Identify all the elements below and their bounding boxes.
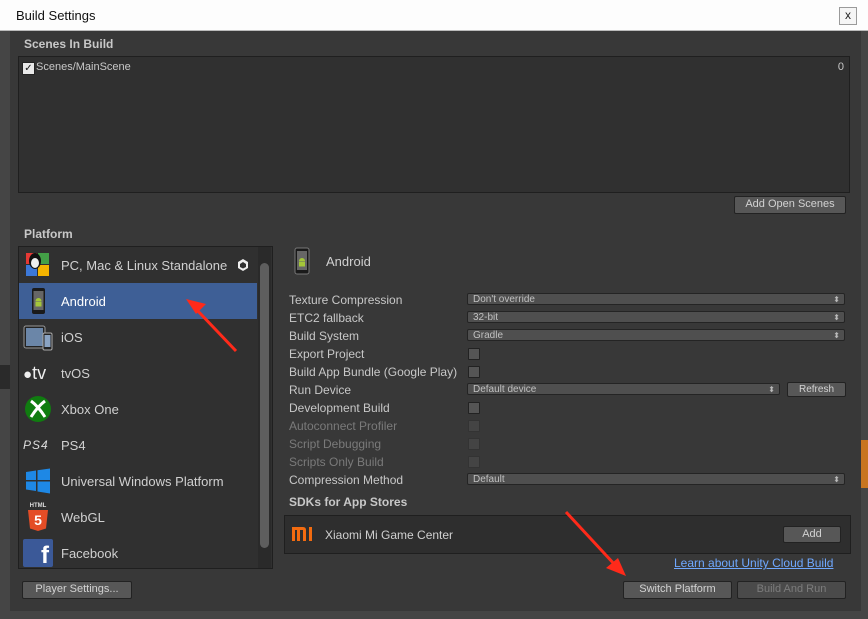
texture-compression-label: Texture Compression <box>289 293 403 307</box>
build-system-label: Build System <box>289 329 360 343</box>
compression-method-dropdown[interactable]: Default ⬍ <box>467 473 845 485</box>
add-open-scenes-button[interactable]: Add Open Scenes <box>734 196 846 214</box>
title-bar: Build Settings x <box>0 0 868 31</box>
platform-label: tvOS <box>61 366 90 381</box>
platform-list[interactable]: PC, Mac & Linux Standalone Android iOS ●… <box>18 246 273 569</box>
dropdown-value: 32-bit <box>473 312 499 323</box>
android-header-icon <box>294 247 310 275</box>
platform-item-standalone[interactable]: PC, Mac & Linux Standalone <box>19 247 257 283</box>
dropdown-value: Default <box>473 474 505 485</box>
cloud-build-link[interactable]: Learn about Unity Cloud Build <box>674 556 833 570</box>
ios-icon <box>23 325 53 351</box>
updown-arrow-icon: ⬍ <box>833 295 840 304</box>
updown-arrow-icon: ⬍ <box>833 475 840 484</box>
platform-label: PS4 <box>61 438 86 453</box>
platform-item-uwp[interactable]: Universal Windows Platform <box>19 463 257 499</box>
android-icon <box>32 288 45 314</box>
switch-platform-button[interactable]: Switch Platform <box>623 581 732 599</box>
scripts-only-build-label: Scripts Only Build <box>289 455 384 469</box>
platform-item-android[interactable]: Android <box>19 283 257 319</box>
build-settings-dialog: Scenes In Build ✓ Scenes/MainScene 0 Add… <box>10 31 861 611</box>
window-title: Build Settings <box>16 8 96 23</box>
compression-method-label: Compression Method <box>289 473 404 487</box>
background-editor-strip <box>0 365 10 389</box>
pc-mac-linux-icon <box>26 253 49 276</box>
updown-arrow-icon: ⬍ <box>833 331 840 340</box>
platform-label: iOS <box>61 330 83 345</box>
ps4-icon: PS4 <box>23 438 49 452</box>
player-settings-button[interactable]: Player Settings... <box>22 581 132 599</box>
scrollbar-thumb[interactable] <box>260 263 269 548</box>
export-project-checkbox[interactable] <box>468 348 480 360</box>
platform-header: Platform <box>24 227 73 241</box>
windows-icon <box>26 468 50 494</box>
platform-label: Xbox One <box>61 402 119 417</box>
scene-index: 0 <box>837 61 844 73</box>
dropdown-value: Default device <box>473 384 537 395</box>
sdk-add-button[interactable]: Add <box>783 526 841 543</box>
close-icon: x <box>845 8 851 22</box>
sdk-label: Xiaomi Mi Game Center <box>325 528 454 542</box>
unity-logo-icon <box>238 259 248 271</box>
updown-arrow-icon: ⬍ <box>833 313 840 322</box>
html5-icon: HTML 5 <box>23 503 53 531</box>
build-app-bundle-checkbox[interactable] <box>468 366 480 378</box>
scene-checkbox[interactable]: ✓ <box>22 62 35 75</box>
tvos-icon: ●tv <box>23 363 47 383</box>
platform-item-ps4[interactable]: PS4 PS4 <box>19 427 257 463</box>
run-device-label: Run Device <box>289 383 352 397</box>
scenes-header: Scenes In Build <box>24 37 114 51</box>
platform-scrollbar[interactable] <box>258 247 271 568</box>
tvos-icon-text: tv <box>32 363 47 383</box>
development-build-label: Development Build <box>289 401 390 415</box>
platform-label: PC, Mac & Linux Standalone <box>61 258 228 273</box>
xbox-icon <box>25 396 51 422</box>
development-build-checkbox[interactable] <box>468 402 480 414</box>
platform-label: Facebook <box>61 546 119 561</box>
updown-arrow-icon: ⬍ <box>768 385 775 394</box>
script-debugging-label: Script Debugging <box>289 437 382 451</box>
texture-compression-dropdown[interactable]: Don't override ⬍ <box>467 293 845 305</box>
facebook-icon: f <box>23 539 53 567</box>
platform-label: Android <box>61 294 106 309</box>
autoconnect-profiler-label: Autoconnect Profiler <box>289 419 398 433</box>
facebook-icon-text: f <box>41 542 49 567</box>
scenes-list[interactable]: ✓ Scenes/MainScene 0 <box>18 56 850 193</box>
html5-icon-shield: 5 <box>28 510 48 531</box>
etc2-fallback-dropdown[interactable]: 32-bit ⬍ <box>467 311 845 323</box>
close-button[interactable]: x <box>839 7 857 25</box>
platform-label: Universal Windows Platform <box>61 474 224 489</box>
sdk-item: Xiaomi Mi Game Center Add <box>284 515 851 554</box>
scene-row[interactable]: ✓ Scenes/MainScene 0 <box>21 60 847 76</box>
scripts-only-build-checkbox <box>468 456 480 468</box>
platform-item-webgl[interactable]: HTML 5 WebGL <box>19 499 257 535</box>
platform-item-ios[interactable]: iOS <box>19 319 257 355</box>
scene-name: Scenes/MainScene <box>36 61 131 73</box>
refresh-button[interactable]: Refresh <box>787 382 846 397</box>
html5-icon-top: HTML <box>29 503 47 509</box>
build-app-bundle-label: Build App Bundle (Google Play) <box>289 365 458 379</box>
script-debugging-checkbox <box>468 438 480 450</box>
selected-platform-title: Android <box>326 254 371 269</box>
run-device-dropdown[interactable]: Default device ⬍ <box>467 383 780 395</box>
background-editor-thumb <box>861 440 868 488</box>
build-and-run-button: Build And Run <box>737 581 846 599</box>
sdks-header: SDKs for App Stores <box>289 495 408 509</box>
dropdown-value: Gradle <box>473 330 504 341</box>
platform-label: WebGL <box>61 510 105 525</box>
dropdown-value: Don't override <box>473 294 535 305</box>
platform-item-xbox[interactable]: Xbox One <box>19 391 257 427</box>
export-project-label: Export Project <box>289 347 365 361</box>
mi-logo-icon <box>291 524 315 544</box>
build-system-dropdown[interactable]: Gradle ⬍ <box>467 329 845 341</box>
platform-item-tvos[interactable]: ●tv tvOS <box>19 355 257 391</box>
platform-item-facebook[interactable]: f Facebook <box>19 535 257 568</box>
autoconnect-profiler-checkbox <box>468 420 480 432</box>
etc2-fallback-label: ETC2 fallback <box>289 311 364 325</box>
